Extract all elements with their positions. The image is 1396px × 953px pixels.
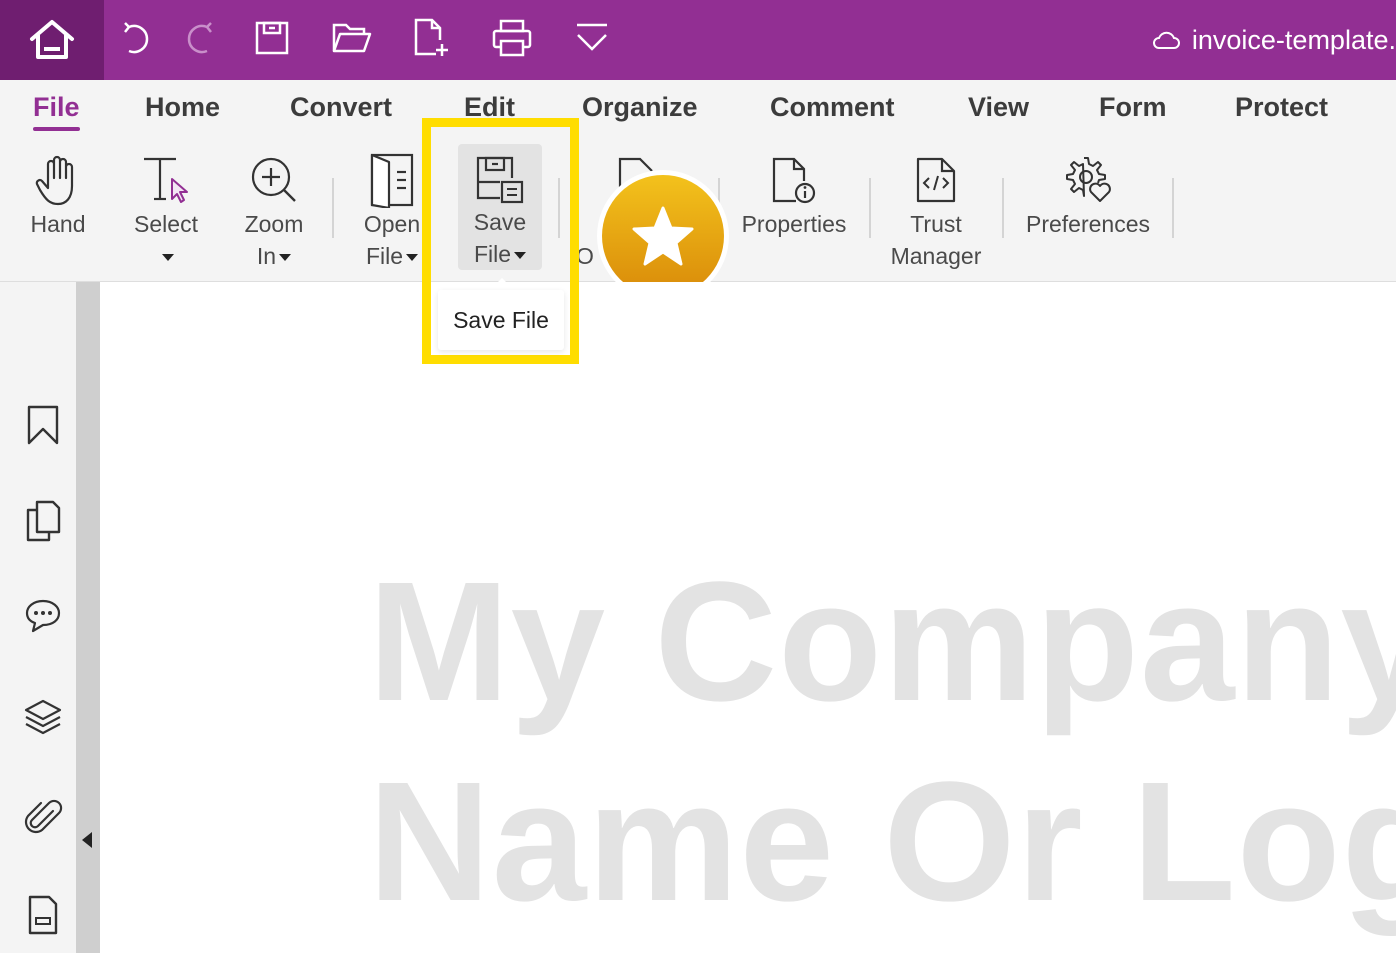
layers-panel-button[interactable] [18, 692, 68, 742]
page-panel-button[interactable] [18, 890, 68, 940]
page-icon [28, 895, 58, 935]
zoom-in-label-2: In [256, 243, 277, 269]
quick-print-button[interactable] [490, 16, 534, 60]
trust-manager-label-1: Trust [910, 211, 962, 237]
pages-panel-button[interactable] [18, 496, 68, 546]
quick-new-button[interactable] [410, 16, 454, 60]
open-file-button[interactable]: Open File [358, 138, 426, 282]
select-label: Select [134, 211, 198, 237]
home-icon [30, 20, 74, 59]
app-window: invoice-template. File Home Convert Edit… [0, 0, 1396, 953]
trust-manager-button[interactable]: Trust Manager [884, 138, 988, 282]
bookmarks-panel-button[interactable] [18, 400, 68, 450]
document-canvas: My Company Name Or Logo [100, 282, 1396, 953]
zoom-in-icon [251, 157, 296, 202]
sidebar-resize-handle[interactable] [76, 282, 100, 953]
chevron-down-icon [161, 254, 174, 262]
preferences-button[interactable]: Preferences [1016, 138, 1160, 282]
properties-button[interactable]: Properties [734, 138, 854, 282]
select-tool-button[interactable]: Select [126, 138, 206, 282]
title-bar: invoice-template. [0, 0, 1396, 80]
properties-label: Properties [741, 211, 847, 237]
tab-convert[interactable]: Convert [290, 92, 392, 123]
gear-heart-icon [1066, 157, 1111, 202]
hand-tool-button[interactable]: Hand [22, 138, 94, 282]
bookmark-icon [27, 405, 59, 445]
zoom-in-button[interactable]: Zoom In [236, 138, 312, 282]
open-file-label-1: Open [363, 211, 421, 237]
comments-icon [25, 599, 61, 633]
menu-bar: File Home Convert Edit Organize Comment … [0, 80, 1396, 138]
undo-button[interactable] [114, 16, 158, 60]
home-button[interactable] [0, 0, 104, 80]
redo-icon [187, 22, 212, 54]
customize-toolbar-button[interactable] [570, 16, 614, 60]
tab-view[interactable]: View [968, 92, 1029, 123]
save-icon [255, 21, 289, 55]
ribbon-separator [1002, 178, 1004, 238]
attachments-panel-button[interactable] [18, 792, 68, 842]
save-file-tooltip: Save File [438, 290, 564, 350]
ribbon-separator [1172, 178, 1174, 238]
trust-manager-label-2: Manager [890, 243, 982, 269]
quick-open-button[interactable] [330, 16, 374, 60]
hand-icon [35, 155, 74, 206]
new-document-icon [414, 18, 448, 56]
ribbon-separator [869, 178, 871, 238]
tab-protect[interactable]: Protect [1235, 92, 1328, 123]
pages-icon [26, 500, 61, 542]
quick-save-button[interactable] [250, 16, 294, 60]
code-document-icon [916, 157, 956, 203]
chevron-down-icon [279, 254, 292, 262]
left-sidebar [0, 282, 76, 953]
document-heading-line-2: Name Or Logo [368, 747, 1396, 937]
redo-button[interactable] [178, 16, 222, 60]
tab-comment[interactable]: Comment [770, 92, 895, 123]
tab-file[interactable]: File [33, 92, 80, 131]
select-text-icon [144, 157, 188, 203]
zoom-in-label-1: Zoom [244, 211, 304, 237]
tab-home[interactable]: Home [145, 92, 220, 123]
chevron-down-icon [406, 254, 419, 262]
document-heading-line-1: My Company [368, 547, 1396, 737]
cloud-icon [1152, 31, 1180, 49]
open-file-icon [370, 153, 414, 208]
tab-form[interactable]: Form [1099, 92, 1167, 123]
undo-icon [124, 22, 149, 54]
preferences-label: Preferences [1025, 211, 1150, 237]
attachment-icon [24, 799, 63, 834]
document-title-text: invoice-template. [1191, 24, 1396, 55]
comments-panel-button[interactable] [18, 592, 68, 642]
open-file-label-2: File [365, 243, 404, 269]
document-title: invoice-template. [1152, 22, 1396, 58]
open-folder-icon [332, 23, 372, 53]
hand-label: Hand [30, 211, 86, 237]
tooltip-arrow [490, 278, 514, 290]
star-icon [632, 206, 694, 266]
customize-icon [577, 23, 607, 51]
print-icon [492, 19, 532, 57]
layers-icon [24, 699, 62, 735]
document-properties-icon [772, 157, 816, 204]
ribbon-separator [332, 178, 334, 238]
tab-organize[interactable]: Organize [582, 92, 698, 123]
collapse-sidebar-icon[interactable] [82, 832, 92, 848]
